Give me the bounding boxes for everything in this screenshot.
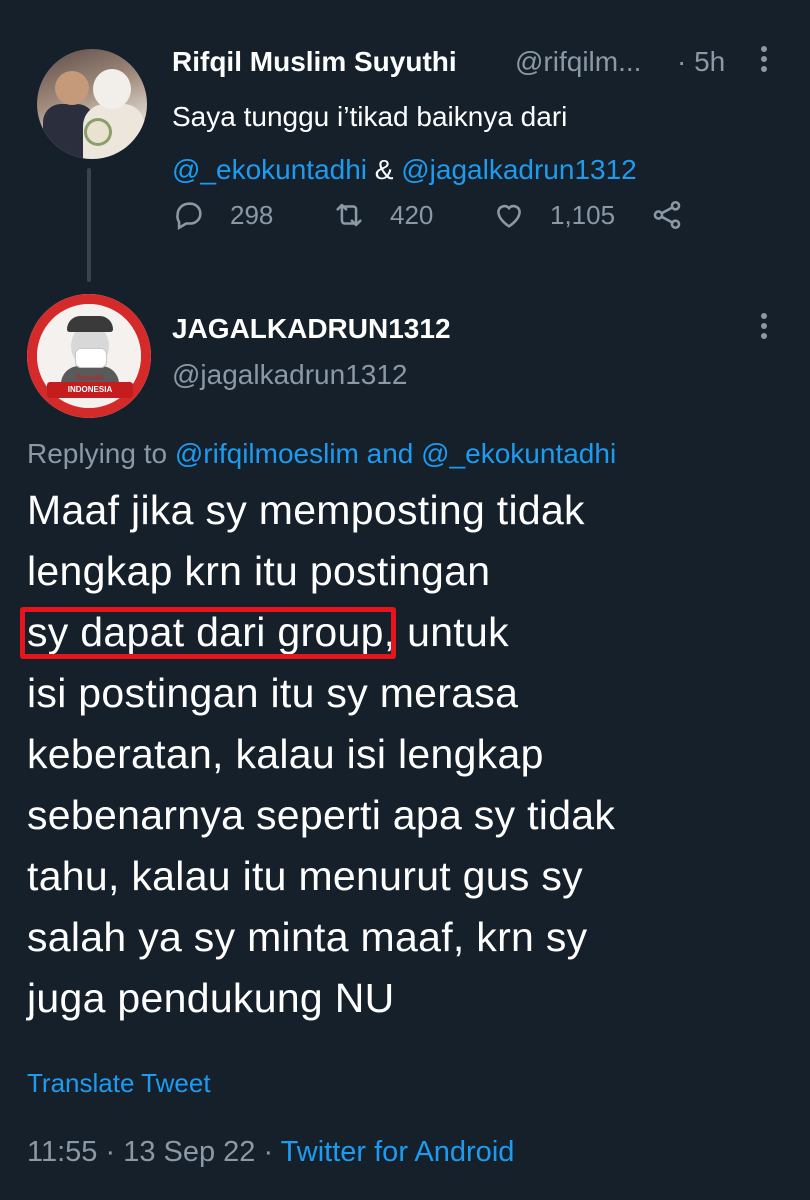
author-handle[interactable]: @jagalkadrun1312 (172, 359, 407, 391)
heart-icon (497, 204, 521, 228)
tweet-text-line: salah ya sy minta maaf, krn sy (27, 914, 588, 960)
tweet-text-line: tahu, kalau itu menurut gus sy (27, 853, 583, 899)
tweet-timestamp[interactable]: 11:55 · 13 Sep 22 · (27, 1136, 281, 1168)
avatar-badge-text: INDONESIA (47, 382, 133, 398)
replying-to: Replying to @rifqilmoeslim and @_ekokunt… (27, 438, 616, 470)
mention-link[interactable]: @jagalkadrun1312 (401, 154, 636, 185)
tweet-text-line: Saya tunggu i’tikad baiknya dari (172, 101, 568, 132)
tweet-text-line: lengkap krn itu postingan (27, 548, 491, 594)
author-name[interactable]: JAGALKADRUN1312 (172, 313, 451, 345)
like-button[interactable]: 1,105 (492, 198, 615, 232)
reply-count: 298 (230, 199, 274, 230)
tweet-text: Maaf jika sy memposting tidak lengkap kr… (27, 480, 787, 1029)
replying-to-and[interactable]: and (359, 438, 421, 469)
share-button[interactable] (650, 198, 684, 232)
tweet-text-line: Maaf jika sy memposting tidak (27, 487, 585, 533)
more-vertical-icon[interactable] (759, 313, 769, 343)
author-name[interactable]: Rifqil Muslim Suyuthi (172, 46, 457, 78)
tweet-text-line: sebenarnya seperti apa sy tidak (27, 792, 616, 838)
more-vertical-icon[interactable] (759, 46, 769, 76)
tweet-text-line: keberatan, kalau isi lengkap (27, 731, 544, 777)
retweet-count: 420 (390, 199, 434, 230)
avatar[interactable]: Republik INDONESIA (27, 294, 151, 418)
tweet-text-line: sy dapat dari group, untuk (27, 602, 787, 663)
share-icon (653, 200, 681, 230)
mention-link[interactable]: @rifqilmoeslim (175, 438, 359, 469)
replying-to-label: Replying to (27, 438, 175, 469)
tweet-time[interactable]: · 5h (677, 46, 725, 78)
retweet-icon (336, 203, 362, 227)
avatar[interactable] (37, 49, 147, 159)
tweet-text-line: isi postingan itu sy merasa (27, 670, 519, 716)
tweet-text-line: juga pendukung NU (27, 975, 395, 1021)
reply-button[interactable]: 298 (172, 198, 273, 232)
like-count: 1,105 (550, 199, 616, 230)
highlighted-phrase: sy dapat dari group (27, 609, 384, 655)
tweet-text-fragment: , untuk (383, 609, 509, 655)
tweet-text-connector: & (367, 154, 402, 185)
translate-tweet-link[interactable]: Translate Tweet (27, 1068, 211, 1099)
tweet-meta: 11:55 · 13 Sep 22 · Twitter for Android (27, 1136, 514, 1169)
tweet-text: Saya tunggu i’tikad baiknya dari @_ekoku… (172, 90, 772, 196)
author-handle[interactable]: @rifqilm... (515, 46, 641, 78)
tweet-source-link[interactable]: Twitter for Android (281, 1136, 515, 1168)
retweet-button[interactable]: 420 (332, 198, 433, 232)
mention-link[interactable]: @_ekokuntadhi (421, 438, 616, 469)
comment-icon (176, 202, 202, 231)
mention-link[interactable]: @_ekokuntadhi (172, 154, 367, 185)
thread-connector-line (87, 168, 91, 282)
